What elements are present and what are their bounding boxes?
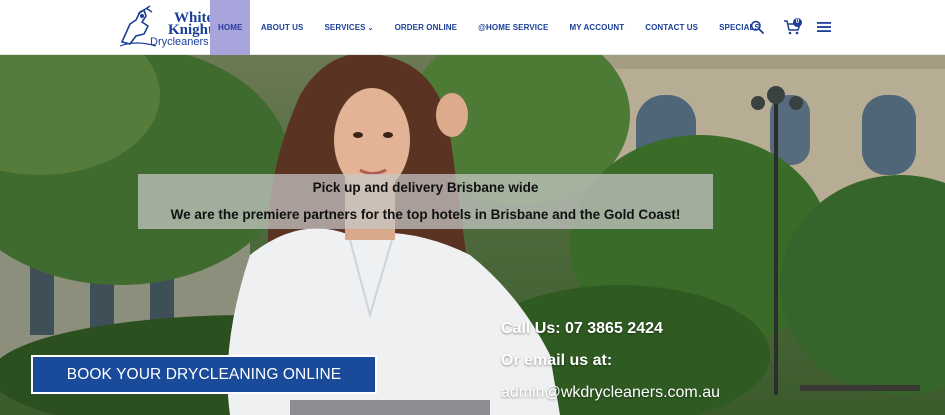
contact-phone[interactable]: Call Us: 07 3865 2424 (501, 320, 663, 338)
nav-item-about-us[interactable]: ABOUT US (250, 0, 314, 55)
book-drycleaning-button[interactable]: BOOK YOUR DRYCLEANING ONLINE (31, 355, 377, 394)
hamburger-menu-icon[interactable] (817, 21, 831, 33)
brand-logo[interactable]: White Knight Drycleaners (116, 4, 214, 50)
tagline-banner: Pick up and delivery Brisbane wide We ar… (138, 174, 713, 229)
nav-label: ABOUT US (260, 23, 304, 32)
search-icon[interactable] (750, 20, 764, 34)
contact-email-link[interactable]: admin@wkdrycleaners.com.au (501, 384, 720, 402)
nav-item-order-online[interactable]: ORDER ONLINE (384, 0, 468, 55)
nav-label: CONTACT US (645, 23, 699, 32)
tagline-delivery: Pick up and delivery Brisbane wide (312, 180, 539, 195)
site-header: White Knight Drycleaners HOME ABOUT US S… (0, 0, 945, 55)
nav-item-contact-us[interactable]: CONTACT US (635, 0, 709, 55)
nav-label: SERVICES (324, 23, 366, 32)
nav-item-home-service[interactable]: @HOME SERVICE (468, 0, 559, 55)
logo-text-drycleaners: Drycleaners (150, 36, 209, 48)
tagline-partners: We are the premiere partners for the top… (170, 207, 681, 222)
cart-count-badge: 0 (793, 18, 802, 27)
nav-label: MY ACCOUNT (569, 23, 625, 32)
nav-item-my-account[interactable]: MY ACCOUNT (559, 0, 635, 55)
nav-item-home[interactable]: HOME (210, 0, 251, 55)
contact-email-label: Or email us at: (501, 352, 613, 369)
main-navigation: HOME ABOUT US SERVICES ⌄ ORDER ONLINE @HO… (210, 0, 770, 55)
chevron-down-icon: ⌄ (367, 24, 374, 32)
nav-label: @HOME SERVICE (478, 23, 549, 32)
nav-label: ORDER ONLINE (394, 23, 458, 32)
nav-item-services[interactable]: SERVICES ⌄ (314, 0, 384, 55)
hero-banner: Pick up and delivery Brisbane wide We ar… (0, 55, 945, 415)
nav-label: HOME (218, 23, 243, 32)
